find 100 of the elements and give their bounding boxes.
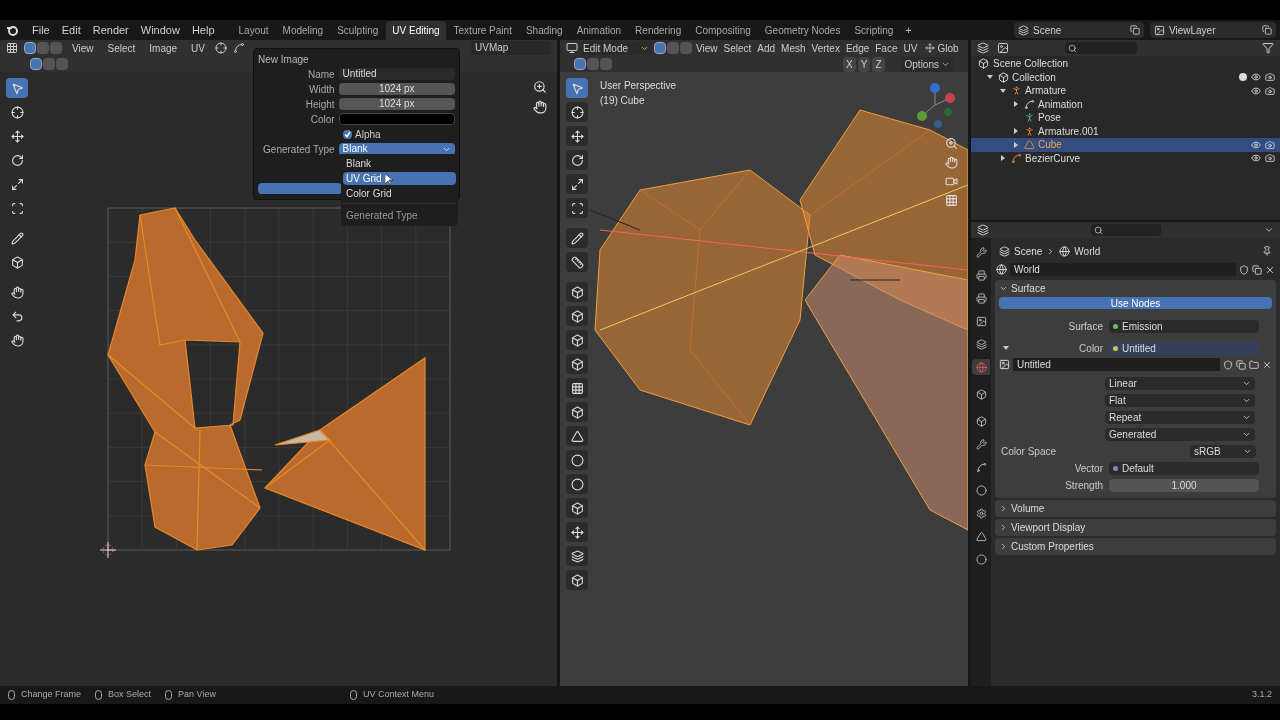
image-field[interactable]: Untitled <box>1013 358 1220 371</box>
panel-header[interactable]: Volume <box>995 500 1276 517</box>
select-mode-icon[interactable] <box>574 58 586 70</box>
outliner-row[interactable]: Cube <box>971 138 1280 152</box>
figure-icon <box>1011 85 1022 97</box>
strength-field[interactable]: 1.000 <box>1109 478 1259 492</box>
collapse-arrow-icon[interactable] <box>1000 87 1006 94</box>
workspace-tab[interactable]: Sculpting <box>331 20 385 40</box>
menu-item[interactable]: Add <box>755 40 778 56</box>
option-dropdown[interactable]: Generated <box>1105 428 1255 441</box>
menu-item[interactable]: Vertex <box>809 40 842 56</box>
dropdown-option[interactable]: UV Grid <box>343 172 456 185</box>
generated-type-dropdown[interactable]: Blank <box>338 143 455 155</box>
cube-tool[interactable] <box>566 282 588 302</box>
outliner-row[interactable]: Armature.001 <box>971 124 1280 138</box>
select-mode-icon[interactable] <box>654 42 666 54</box>
rotate-tool[interactable] <box>566 150 588 170</box>
menu-item[interactable]: View <box>694 40 720 56</box>
color-space-dropdown[interactable]: sRGB <box>1190 445 1256 458</box>
workspace-tab[interactable]: Animation <box>570 20 628 40</box>
outliner-row[interactable]: Animation <box>971 97 1280 111</box>
menu-item[interactable]: Edge <box>843 40 872 56</box>
pointer-tool[interactable] <box>566 78 588 98</box>
workspace-tab[interactable]: Geometry Nodes <box>758 20 847 40</box>
uv-map-field[interactable]: UVMap <box>471 41 551 55</box>
shader-field[interactable]: Emission <box>1109 319 1259 333</box>
panel-header[interactable]: Surface <box>995 280 1276 297</box>
option-dropdown[interactable]: Linear <box>1105 377 1255 390</box>
outliner-row[interactable]: BezierCurve <box>971 151 1280 165</box>
menu-item[interactable]: Face <box>873 40 900 56</box>
options-dropdown[interactable]: Options <box>900 56 954 72</box>
option-dropdown[interactable]: Repeat <box>1105 411 1255 424</box>
axis-toggle[interactable]: Z <box>872 56 885 72</box>
pointer-tool[interactable] <box>6 78 28 98</box>
use-nodes-button[interactable]: Use Nodes <box>999 297 1272 309</box>
crosshair-tool[interactable] <box>566 102 588 122</box>
panel-header[interactable]: Viewport Display <box>995 519 1276 536</box>
number-field[interactable]: 1024 px <box>338 83 455 95</box>
expand-arrow-icon[interactable] <box>1013 141 1019 148</box>
search-field[interactable] <box>1065 42 1137 54</box>
menu-item[interactable]: Window <box>134 21 186 39</box>
menu-item[interactable]: Image <box>145 40 182 56</box>
workspace-tab[interactable]: Modeling <box>276 20 330 40</box>
menu-item[interactable]: Help <box>185 21 221 39</box>
menu-item[interactable]: Select <box>721 40 754 56</box>
view-layer-selector[interactable]: ViewLayer <box>1150 22 1276 38</box>
expand-arrow-icon[interactable] <box>1013 128 1019 135</box>
menu-item[interactable]: UV <box>187 40 209 56</box>
add-workspace-button[interactable]: + <box>901 21 916 39</box>
figure-icon <box>1024 125 1035 137</box>
annotate-tool[interactable] <box>566 228 588 248</box>
search-field[interactable] <box>1091 224 1161 236</box>
menu-item[interactable]: Mesh <box>779 40 808 56</box>
vector-field[interactable]: Default <box>1109 461 1259 475</box>
outliner-row[interactable]: Armature <box>971 84 1280 98</box>
workspace-tab[interactable]: Compositing <box>689 20 757 40</box>
outliner-row[interactable]: Pose <box>971 111 1280 125</box>
axis-toggle[interactable]: X <box>843 56 856 72</box>
workspace-tab[interactable]: Texture Paint <box>447 20 518 40</box>
expand-arrow-icon[interactable] <box>1000 155 1006 162</box>
collapse-arrow-icon[interactable] <box>987 74 993 81</box>
dropdown-option[interactable]: Blank <box>343 157 456 170</box>
collapse-arrow-icon[interactable] <box>1003 345 1009 351</box>
menu-item[interactable]: File <box>26 21 56 39</box>
mode-dropdown[interactable]: Edit Mode <box>580 41 652 55</box>
select-mode-icon[interactable] <box>24 42 36 54</box>
outliner-row[interactable]: Collection <box>971 70 1280 84</box>
menu-item[interactable]: UV <box>901 40 920 56</box>
workspace-tab[interactable]: Rendering <box>629 20 688 40</box>
logo-icon[interactable] <box>6 24 18 36</box>
workspace-tab[interactable]: Shading <box>519 20 569 40</box>
scale-tool[interactable] <box>566 174 588 194</box>
option-dropdown[interactable]: Flat <box>1105 394 1255 407</box>
number-field[interactable]: 1024 px <box>338 98 455 110</box>
scene-selector[interactable]: Scene <box>1014 22 1144 38</box>
color-swatch[interactable] <box>338 113 455 125</box>
workspace-tab[interactable]: Scripting <box>848 20 900 40</box>
select-mode-icon[interactable] <box>30 58 42 70</box>
menu-item[interactable]: View <box>68 40 98 56</box>
panel-header[interactable]: Custom Properties <box>995 538 1276 555</box>
rotate-icon <box>10 153 24 167</box>
world-field[interactable]: World <box>1010 263 1236 276</box>
menu-item[interactable]: Select <box>103 40 140 56</box>
measure-tool[interactable] <box>566 252 588 272</box>
outliner-label: BezierCurve <box>1025 151 1081 166</box>
menu-item[interactable]: Edit <box>55 21 87 39</box>
name-field[interactable]: Untitled <box>338 68 455 80</box>
world-tab[interactable] <box>972 359 990 375</box>
menu-item[interactable]: Render <box>86 21 135 39</box>
dropdown-option[interactable]: Color Grid <box>343 187 456 200</box>
alpha-checkbox[interactable] <box>343 129 352 139</box>
expand-arrow-icon[interactable] <box>1013 101 1019 108</box>
color-input-field[interactable]: Untitled <box>1109 341 1259 355</box>
transform-tool[interactable] <box>566 198 588 218</box>
axis-toggle[interactable]: Y <box>857 56 871 72</box>
transform-dropdown[interactable]: Glob <box>925 40 959 56</box>
workspace-tab[interactable]: UV Editing <box>386 20 446 40</box>
move-tool[interactable] <box>566 126 588 146</box>
include-checkbox[interactable] <box>1239 73 1247 82</box>
workspace-tab[interactable]: Layout <box>232 20 275 40</box>
